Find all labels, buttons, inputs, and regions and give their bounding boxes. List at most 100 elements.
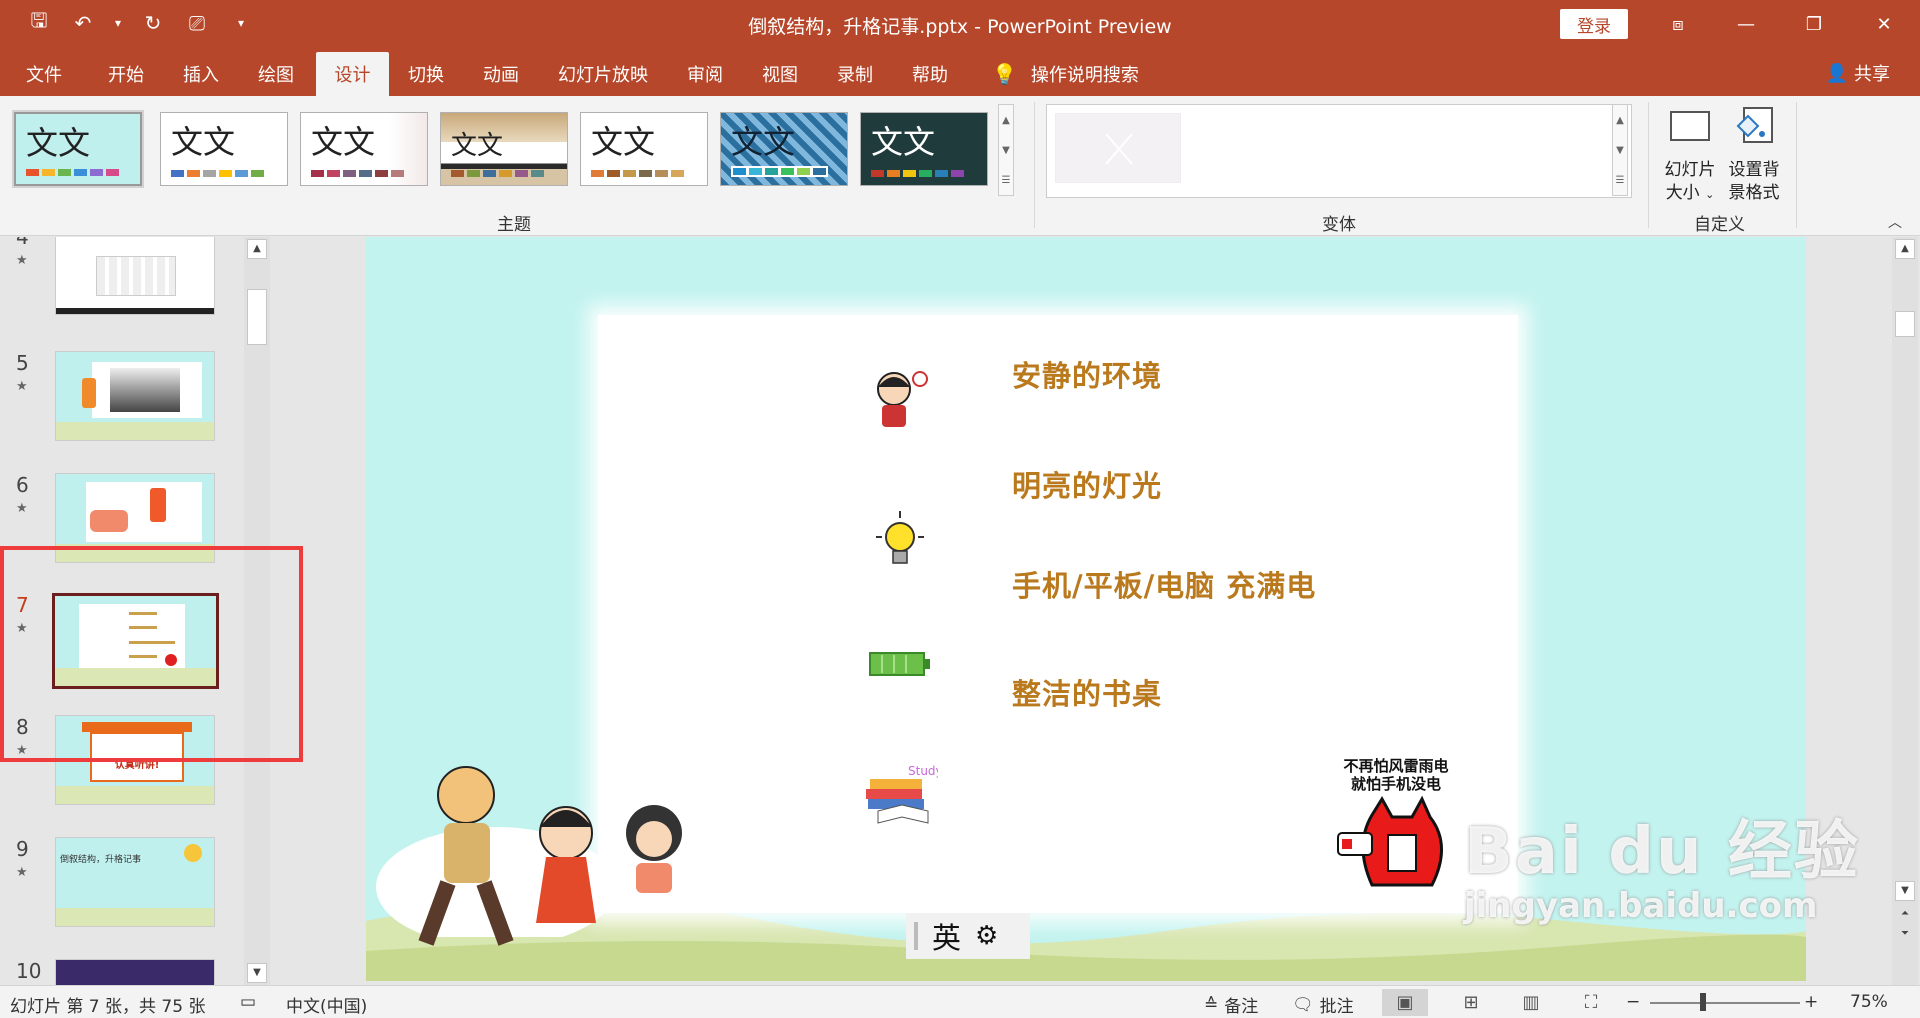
slide-thumb-row[interactable]: 5 ★: [0, 351, 232, 451]
slide-size-button[interactable]: 幻灯片 大小 ⌄: [1660, 104, 1720, 206]
ime-mode-label[interactable]: 英: [932, 915, 961, 957]
chevron-down-icon: ⌄: [1705, 188, 1715, 201]
slide-thumbnail[interactable]: [55, 959, 215, 985]
theme-thumb-3[interactable]: 文文: [300, 112, 428, 186]
slide-thumb-row[interactable]: 4 ★: [0, 237, 232, 325]
scroll-up-icon[interactable]: ▲: [1895, 239, 1915, 259]
zoom-level[interactable]: 75%: [1850, 992, 1888, 1012]
tab-review[interactable]: 审阅: [675, 52, 735, 96]
theme-glyph: 文文: [731, 123, 796, 161]
theme-thumb-5[interactable]: 文文: [580, 112, 708, 186]
reading-view-icon[interactable]: ▥: [1508, 989, 1554, 1016]
ime-drag-handle-icon[interactable]: [914, 922, 918, 950]
slide-sorter-view-icon[interactable]: ⊞: [1448, 989, 1494, 1016]
gallery-up-icon[interactable]: ▲: [1616, 115, 1624, 126]
slide-number: 6: [16, 473, 29, 497]
variant-placeholder-icon: [1105, 133, 1133, 165]
login-button[interactable]: 登录: [1560, 9, 1628, 39]
slide-thumb-row[interactable]: 10: [0, 959, 232, 985]
animation-star-icon: ★: [16, 865, 28, 880]
theme-swatches: [311, 170, 404, 177]
theme-swatches: [451, 170, 544, 177]
ime-toolbar[interactable]: 英 ⚙: [906, 913, 1030, 959]
theme-swatches: [171, 170, 264, 177]
slide-thumbnail[interactable]: [55, 351, 215, 441]
tell-me-search[interactable]: 💡 操作说明搜索: [980, 52, 1151, 96]
spelling-icon[interactable]: ▭: [240, 992, 256, 1012]
tab-animations[interactable]: 动画: [471, 52, 531, 96]
format-background-button[interactable]: 设置背 景格式: [1724, 104, 1784, 205]
gallery-more-icon[interactable]: ☰: [1002, 175, 1011, 186]
themes-group-label: 主题: [497, 215, 531, 235]
scroll-down-icon[interactable]: ▼: [1895, 881, 1915, 901]
theme-gallery-scroll[interactable]: ▲ ▼ ☰: [998, 104, 1014, 196]
zoom-in-icon[interactable]: +: [1804, 992, 1818, 1012]
format-bg-label-1: 设置背: [1728, 160, 1780, 180]
close-icon[interactable]: ✕: [1860, 6, 1908, 42]
children-cartoon: [418, 766, 682, 946]
scroll-thumb[interactable]: [1895, 311, 1915, 337]
meme-line-1: 不再怕风雷雨电: [1343, 757, 1449, 775]
tab-draw[interactable]: 绘图: [246, 52, 306, 96]
zoom-out-icon[interactable]: −: [1626, 992, 1640, 1012]
slide-number: 4: [16, 237, 29, 249]
theme-glyph: 文文: [26, 124, 91, 162]
theme-thumb-2[interactable]: 文文: [160, 112, 288, 186]
slide-number: 5: [16, 351, 29, 375]
slideshow-view-icon[interactable]: ⛶: [1568, 989, 1614, 1016]
scroll-down-icon[interactable]: ▼: [247, 963, 267, 983]
gallery-up-icon[interactable]: ▲: [1002, 115, 1010, 126]
scroll-thumb[interactable]: [247, 289, 267, 345]
zoom-slider-track[interactable]: [1650, 1002, 1800, 1004]
tab-slideshow[interactable]: 幻灯片放映: [546, 52, 660, 96]
gallery-more-icon[interactable]: ☰: [1616, 175, 1625, 186]
theme-thumb-1[interactable]: 文文: [12, 110, 144, 188]
ime-settings-gear-icon[interactable]: ⚙: [975, 921, 998, 951]
slide-row-text[interactable]: 手机/平板/电脑 充满电: [1012, 563, 1316, 605]
tab-view[interactable]: 视图: [750, 52, 810, 96]
variants-group-label: 变体: [1322, 215, 1356, 235]
tab-file[interactable]: 文件: [14, 52, 74, 96]
gallery-down-icon[interactable]: ▼: [1616, 145, 1624, 156]
collapse-ribbon-icon[interactable]: ︿: [1888, 212, 1902, 232]
slide-size-label-2: 大小 ⌄: [1665, 183, 1715, 203]
ribbon-display-options-icon[interactable]: ⧈: [1654, 6, 1702, 42]
share-button[interactable]: 👤 共享: [1826, 60, 1890, 86]
animation-star-icon: ★: [16, 253, 28, 268]
language-status[interactable]: 中文(中国): [286, 992, 367, 1017]
comments-button[interactable]: 🗨 批注: [1292, 992, 1354, 1018]
theme-thumb-4[interactable]: 文文: [440, 112, 568, 186]
normal-view-icon[interactable]: ▣: [1382, 989, 1428, 1016]
tab-record[interactable]: 录制: [825, 52, 885, 96]
zoom-slider-knob[interactable]: [1700, 993, 1706, 1011]
theme-thumb-7[interactable]: 文文: [860, 112, 988, 186]
slide-thumb-row[interactable]: 9 ★ 倒叙结构，升格记事: [0, 837, 232, 937]
tab-help[interactable]: 帮助: [900, 52, 960, 96]
slide-thumbnail[interactable]: [55, 237, 215, 315]
slide-scrollbar[interactable]: ▲ ▼ ⏶ ⏷: [1892, 237, 1918, 985]
tab-design[interactable]: 设计: [316, 52, 389, 96]
group-separator: [1648, 102, 1649, 228]
previous-slide-icon[interactable]: ⏶: [1895, 905, 1915, 925]
slide-row-text[interactable]: 整洁的书桌: [1012, 671, 1162, 713]
gallery-down-icon[interactable]: ▼: [1002, 145, 1010, 156]
tab-transitions[interactable]: 切换: [396, 52, 456, 96]
minimize-icon[interactable]: —: [1722, 6, 1770, 42]
next-slide-icon[interactable]: ⏷: [1895, 925, 1915, 945]
quiet-child-icon: [877, 371, 928, 427]
slide-count-status: 幻灯片 第 7 张，共 75 张: [10, 997, 206, 1017]
variant-thumb-1[interactable]: [1055, 113, 1181, 183]
restore-icon[interactable]: ❐: [1790, 6, 1838, 42]
slide-row-text[interactable]: 安静的环境: [1012, 353, 1162, 395]
tab-insert[interactable]: 插入: [171, 52, 231, 96]
slide-thumbnail[interactable]: 倒叙结构，升格记事: [55, 837, 215, 927]
scroll-up-icon[interactable]: ▲: [247, 239, 267, 259]
slide-row-text[interactable]: 明亮的灯光: [1012, 463, 1162, 505]
notes-button[interactable]: ≙ 备注: [1204, 992, 1258, 1018]
theme-glyph: 文文: [171, 123, 236, 161]
tab-home[interactable]: 开始: [96, 52, 156, 96]
watermark-url: jingyan.baidu.com: [1464, 886, 1818, 926]
theme-thumb-6[interactable]: 文文: [720, 112, 848, 186]
variant-gallery-scroll[interactable]: ▲ ▼ ☰: [1612, 104, 1628, 196]
theme-glyph: 文文: [591, 123, 656, 161]
